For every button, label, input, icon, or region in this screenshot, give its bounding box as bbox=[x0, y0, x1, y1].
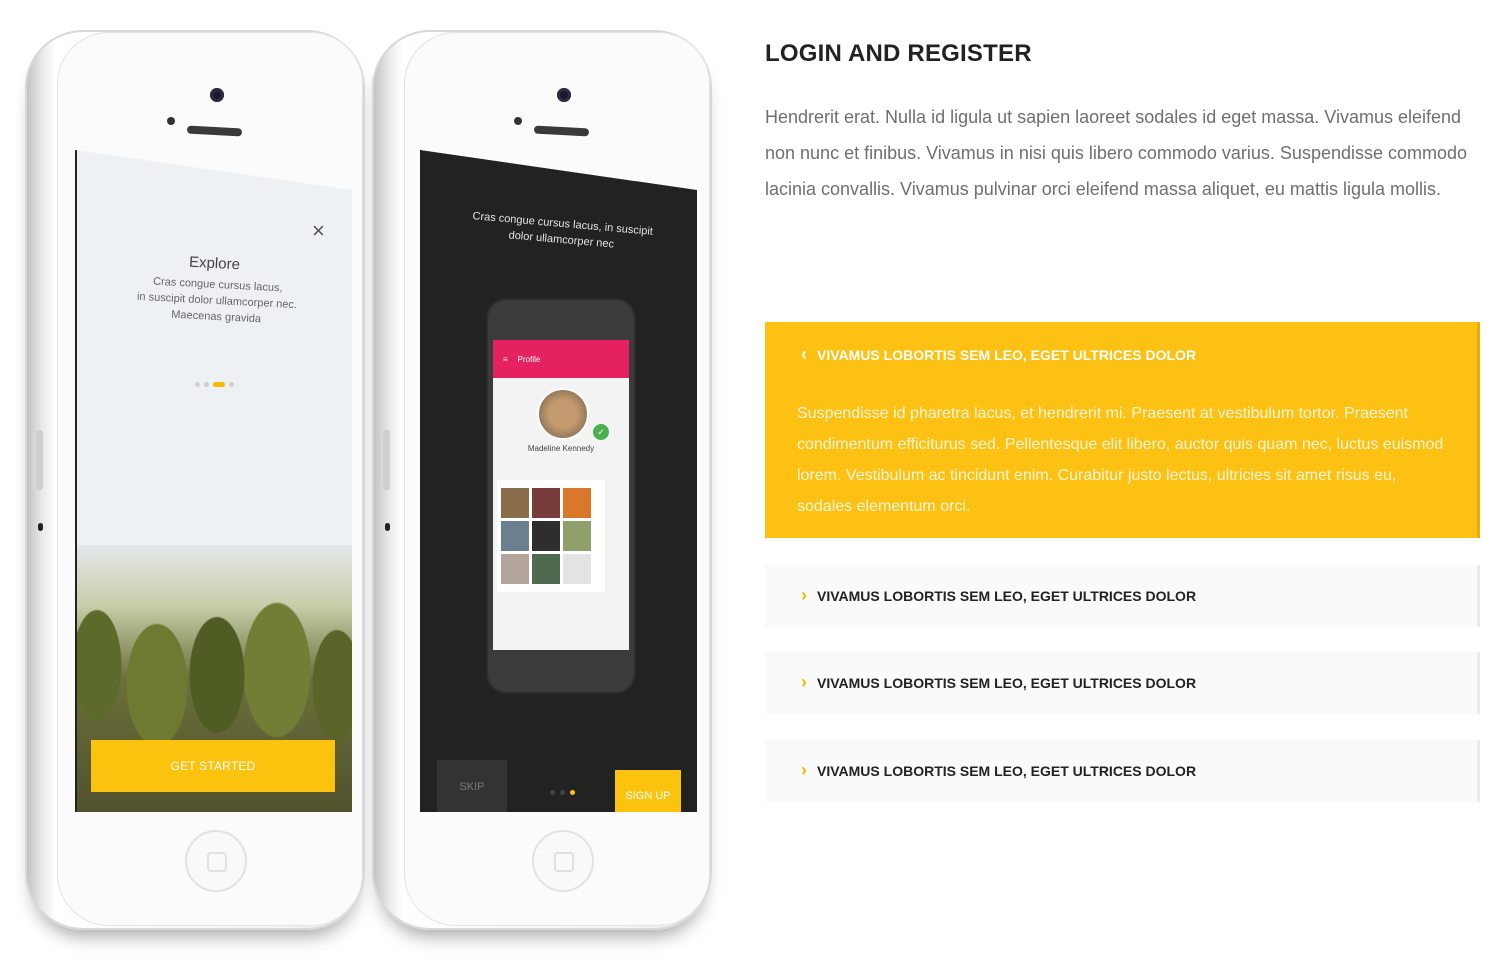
photo-thumb bbox=[532, 488, 560, 518]
accordion-item[interactable]: › VIVAMUS LOBORTIS SEM LEO, EGET ULTRICE… bbox=[765, 740, 1480, 802]
photo-thumb bbox=[532, 554, 560, 584]
pager-dots bbox=[550, 790, 575, 795]
section-heading: LOGIN AND REGISTER bbox=[765, 40, 1032, 67]
mute-switch bbox=[38, 523, 43, 531]
accordion-title: VIVAMUS LOBORTIS SEM LEO, EGET ULTRICES … bbox=[817, 587, 1197, 604]
home-button bbox=[532, 830, 594, 892]
accordion-item[interactable]: › VIVAMUS LOBORTIS SEM LEO, EGET ULTRICE… bbox=[765, 652, 1480, 714]
android-app-bar: ≡ Profile bbox=[493, 340, 629, 378]
pager-dots bbox=[195, 382, 234, 387]
chevron-right-icon: › bbox=[801, 760, 807, 780]
accordion-title: VIVAMUS LOBORTIS SEM LEO, EGET ULTRICES … bbox=[817, 346, 1197, 363]
accordion-header[interactable]: › VIVAMUS LOBORTIS SEM LEO, EGET ULTRICE… bbox=[801, 672, 1196, 693]
check-icon: ✓ bbox=[593, 424, 609, 440]
sign-up-button[interactable]: SIGN UP bbox=[615, 770, 681, 812]
photo-thumb bbox=[563, 488, 591, 518]
chevron-left-icon: ‹ bbox=[801, 344, 807, 364]
accordion-body: Suspendisse id pharetra lacus, et hendre… bbox=[797, 405, 1444, 515]
sensor-icon bbox=[514, 117, 522, 125]
pager-dot bbox=[550, 790, 555, 795]
app-bar-title: Profile bbox=[517, 354, 541, 364]
accordion-header[interactable]: › VIVAMUS LOBORTIS SEM LEO, EGET ULTRICE… bbox=[801, 585, 1196, 606]
pager-dot-active bbox=[570, 790, 575, 795]
photo-grid bbox=[497, 480, 605, 592]
android-phone-illustration: ≡ Profile ✓ Madeline Kennedy bbox=[488, 300, 634, 692]
accordion-header[interactable]: ‹ VIVAMUS LOBORTIS SEM LEO, EGET ULTRICE… bbox=[801, 344, 1196, 365]
chevron-right-icon: › bbox=[801, 672, 807, 692]
accordion-title: VIVAMUS LOBORTIS SEM LEO, EGET ULTRICES … bbox=[817, 674, 1197, 691]
accordion-title: VIVAMUS LOBORTIS SEM LEO, EGET ULTRICES … bbox=[817, 762, 1197, 779]
photo-thumb bbox=[563, 521, 591, 551]
skip-button[interactable]: SKIP bbox=[437, 760, 507, 812]
photo-thumb bbox=[501, 554, 529, 584]
mute-switch bbox=[385, 523, 390, 531]
chevron-right-icon: › bbox=[801, 585, 807, 605]
accordion-item[interactable]: › VIVAMUS LOBORTIS SEM LEO, EGET ULTRICE… bbox=[765, 565, 1480, 627]
volume-button bbox=[36, 430, 43, 490]
menu-icon: ≡ bbox=[503, 354, 508, 364]
section-intro: Hendrerit erat. Nulla id ligula ut sapie… bbox=[765, 107, 1468, 199]
pager-dot bbox=[204, 382, 209, 387]
photo-thumb bbox=[563, 554, 591, 584]
accordion-item-expanded[interactable]: ‹ VIVAMUS LOBORTIS SEM LEO, EGET ULTRICE… bbox=[765, 322, 1480, 538]
signup-screen: Cras congue cursus lacus, in suscipit do… bbox=[420, 150, 697, 812]
sensor-icon bbox=[167, 117, 175, 125]
explore-text: Cras congue cursus lacus, in suscipit do… bbox=[126, 272, 308, 329]
explore-title: Explore bbox=[188, 253, 241, 274]
camera-icon bbox=[557, 88, 571, 102]
explore-screen: × Explore Cras congue cursus lacus, in s… bbox=[75, 150, 352, 812]
avatar bbox=[537, 388, 589, 440]
signup-text: Cras congue cursus lacus, in suscipit do… bbox=[466, 208, 658, 256]
volume-button bbox=[383, 430, 390, 490]
profile-name: Madeline Kennedy bbox=[527, 444, 595, 453]
photo-thumb bbox=[501, 488, 529, 518]
home-button bbox=[185, 830, 247, 892]
pager-dot bbox=[229, 382, 234, 387]
pager-dot bbox=[560, 790, 565, 795]
iphone-mockup-signup: Cras congue cursus lacus, in suscipit do… bbox=[372, 30, 712, 930]
camera-icon bbox=[210, 88, 224, 102]
iphone-mockup-explore: × Explore Cras congue cursus lacus, in s… bbox=[25, 30, 365, 930]
photo-thumb bbox=[501, 521, 529, 551]
photo-thumb bbox=[532, 521, 560, 551]
accordion-header[interactable]: › VIVAMUS LOBORTIS SEM LEO, EGET ULTRICE… bbox=[801, 760, 1196, 781]
android-screen: ≡ Profile ✓ Madeline Kennedy bbox=[493, 340, 629, 650]
close-icon[interactable]: × bbox=[312, 218, 325, 244]
pager-dot bbox=[195, 382, 200, 387]
pager-dot-active bbox=[213, 382, 225, 387]
get-started-button[interactable]: GET STARTED bbox=[91, 740, 335, 792]
